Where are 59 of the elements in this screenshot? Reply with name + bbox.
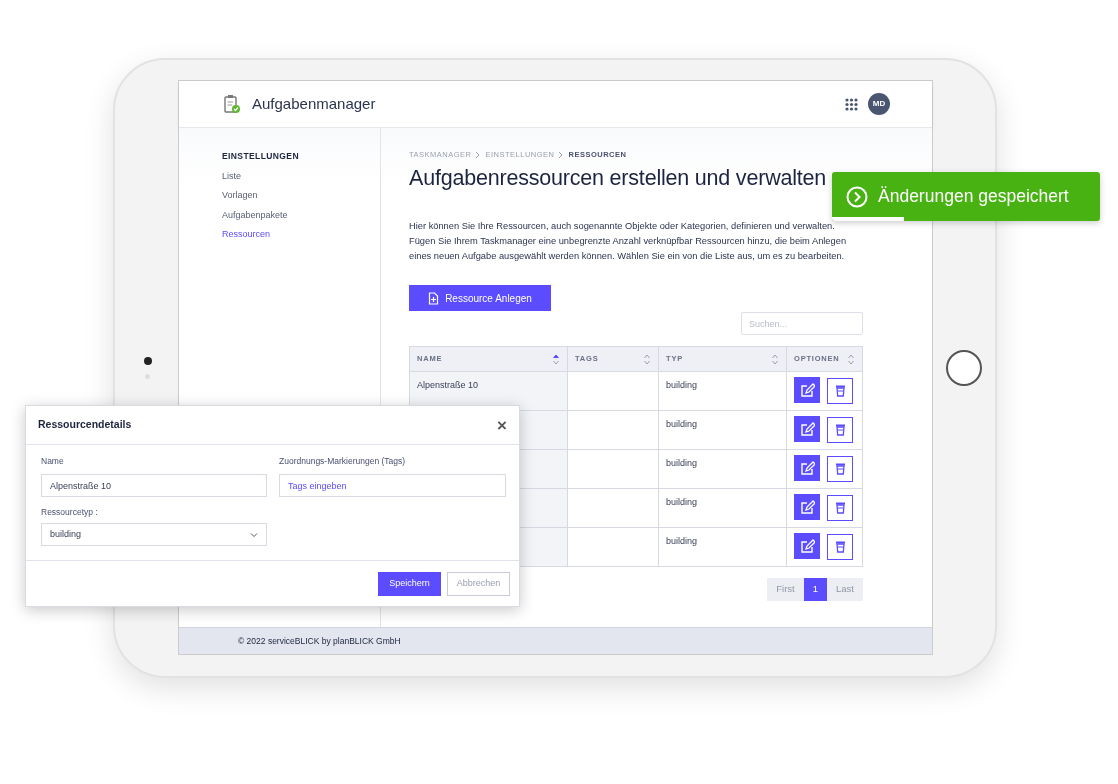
chevron-circle-icon [846, 185, 868, 208]
app-title: Aufgabenmanager [252, 93, 376, 114]
table-cell: building [666, 458, 698, 469]
sidebar-link[interactable]: Ressourcen [222, 228, 380, 242]
edit-button[interactable] [794, 416, 820, 443]
edit-icon [799, 383, 815, 398]
table-cell: building [666, 419, 698, 430]
edit-icon [799, 539, 815, 554]
toast-message: Änderungen gespeichert [878, 185, 1069, 209]
type-dropdown[interactable]: building [41, 523, 267, 546]
edit-icon [799, 461, 815, 476]
field-label: Ressourcetyp : [41, 506, 99, 519]
intro-text: Hier können Sie Ihre Ressourcen, auch sogenannte Objekte oder Kategorien, definieren und verwalten. Fügen Sie Ihrem Taskmanager eine unbegrenzte Anzahl verknüpfbar Ressourcen hinzu, die beim Anlegen eines neuen Aufgabe ausgewählt werden können. Wählen Sie ein von die Liste aus, um es zu bearbeiten. [409, 220, 848, 264]
edit-icon [799, 422, 815, 437]
field-label: Zuordnungs-Markierungen (Tags) [279, 455, 407, 468]
user-avatar[interactable]: MD [868, 93, 890, 115]
tags-field[interactable]: Tags eingeben [279, 474, 506, 498]
search-field[interactable]: Suchen... [741, 312, 863, 336]
apps-grid-icon[interactable] [845, 97, 858, 111]
caret-icon [250, 531, 258, 538]
edit-icon [799, 500, 815, 515]
create-resource-button[interactable]: Ressource Anlegen [409, 285, 551, 312]
sidebar-link[interactable]: Aufgabenpakete [222, 208, 380, 223]
sidebar-link[interactable]: Vorlagen [222, 189, 380, 203]
trash-icon [834, 384, 846, 398]
clipboard-icon [223, 94, 241, 114]
sort-icon[interactable] [552, 353, 560, 365]
trash-icon [834, 462, 846, 476]
edit-button[interactable] [794, 494, 820, 521]
dialog-title: Ressourcendetails [38, 417, 132, 433]
trash-icon [834, 501, 846, 515]
sidebar-heading: EINSTELLUNGEN [222, 150, 300, 163]
delete-button[interactable] [827, 377, 853, 404]
field-label: Name [41, 455, 65, 468]
page-title: Aufgabenressourcen erstellen und verwalten [409, 166, 828, 193]
close-button[interactable]: × [497, 416, 507, 434]
delete-button[interactable] [827, 494, 853, 521]
delete-button[interactable] [827, 455, 853, 482]
save-button[interactable]: Speichern [378, 571, 441, 596]
table-cell: building [666, 536, 698, 547]
file-plus-icon [428, 291, 440, 305]
delete-button[interactable] [827, 533, 853, 560]
table-cell: Alpenstraße 10 [417, 380, 479, 391]
chevron-right-icon [558, 150, 565, 159]
footer-text: © 2022 serviceBLICK by planBLICK GmbH [179, 627, 932, 654]
delete-button[interactable] [827, 416, 853, 443]
table-cell: building [666, 380, 698, 391]
home-button[interactable] [946, 350, 982, 386]
name-field[interactable]: Alpenstraße 10 [41, 474, 267, 498]
edit-button[interactable] [794, 455, 820, 482]
camera-icon [143, 357, 152, 365]
chevron-right-icon [475, 150, 482, 159]
page-button[interactable]: 1 [803, 578, 828, 602]
edit-button[interactable] [794, 377, 820, 404]
trash-icon [834, 540, 846, 554]
table-cell: building [666, 497, 698, 508]
trash-icon [834, 423, 846, 437]
edit-button[interactable] [794, 533, 820, 560]
sidebar-link[interactable]: Liste [222, 169, 380, 184]
